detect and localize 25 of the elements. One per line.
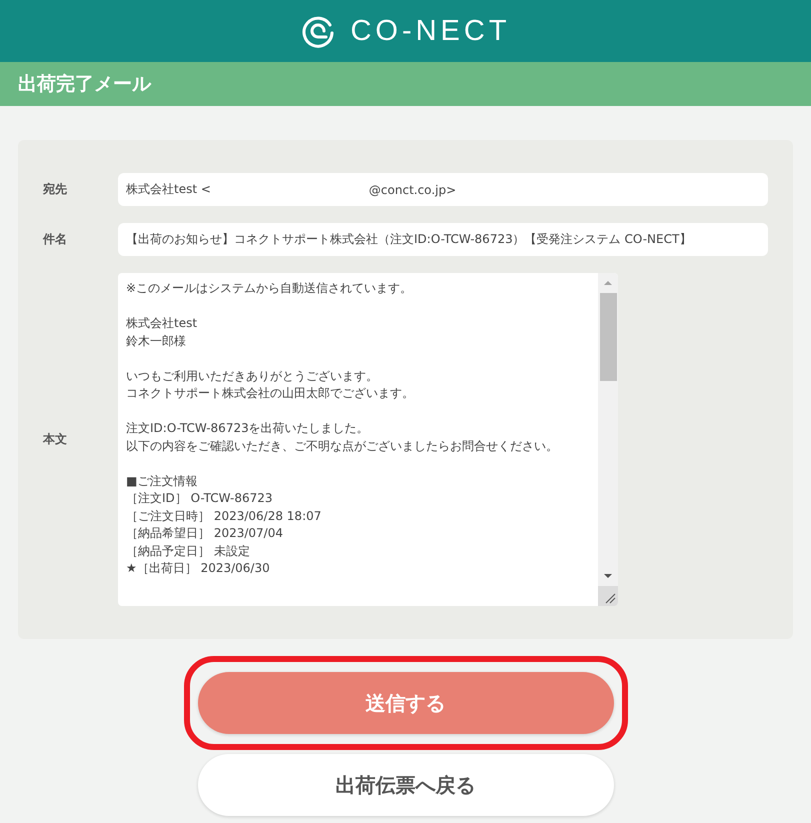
body-text-line: ［ご注文日時］ 2023/06/28 18:07 (126, 508, 322, 524)
body-text-line: 注文ID:O-TCW-86723を出荷いたしました。 (126, 420, 369, 437)
body-text-line: ［注文ID］ O-TCW-86723 (126, 490, 272, 507)
body-text-line: ※このメールはシステムから自動送信されています。 (126, 280, 412, 297)
subject-field[interactable]: 【出荷のお知らせ】コネクトサポート株式会社（注文ID:O-TCW-86723）【受発注システム CO-NECT】 (118, 223, 768, 256)
resize-handle-icon[interactable] (598, 586, 618, 606)
field-label: 宛先 (43, 181, 68, 198)
body-text-line: コネクトサポート株式会社の山田太郎でございます。 (126, 385, 414, 402)
field-label: 件名 (43, 231, 68, 248)
body-text-line: 株式会社test (126, 315, 198, 332)
body-textarea[interactable] (118, 273, 618, 606)
body-text-line: いつもご利用いただきありがとうございます。 (126, 368, 378, 384)
field-label: 本文 (43, 431, 68, 448)
body-text-line: ★［出荷日］ 2023/06/30 (126, 560, 270, 577)
body-text-line: 以下の内容をご確認いただき、ご不明な点がございましたらお問合せください。 (126, 438, 558, 454)
body-text-line: ■ご注文情報 (126, 472, 198, 490)
body-text-line: ［納品希望日］ 2023/07/04 (126, 525, 283, 542)
logo-text: CO-NECT (350, 14, 511, 48)
back-button[interactable]: 出荷伝票へ戻る (198, 754, 614, 816)
recipient-field[interactable]: 株式会社test < @conct.co.jp> (118, 173, 768, 206)
body-text-line: 鈴木一郎様 (126, 332, 186, 350)
page-title: 出荷完了メール (18, 72, 151, 97)
scrollbar[interactable] (598, 273, 618, 606)
scrollbar-thumb[interactable] (600, 293, 616, 381)
body-text-line: ［納品予定日］ 未設定 (126, 542, 250, 560)
